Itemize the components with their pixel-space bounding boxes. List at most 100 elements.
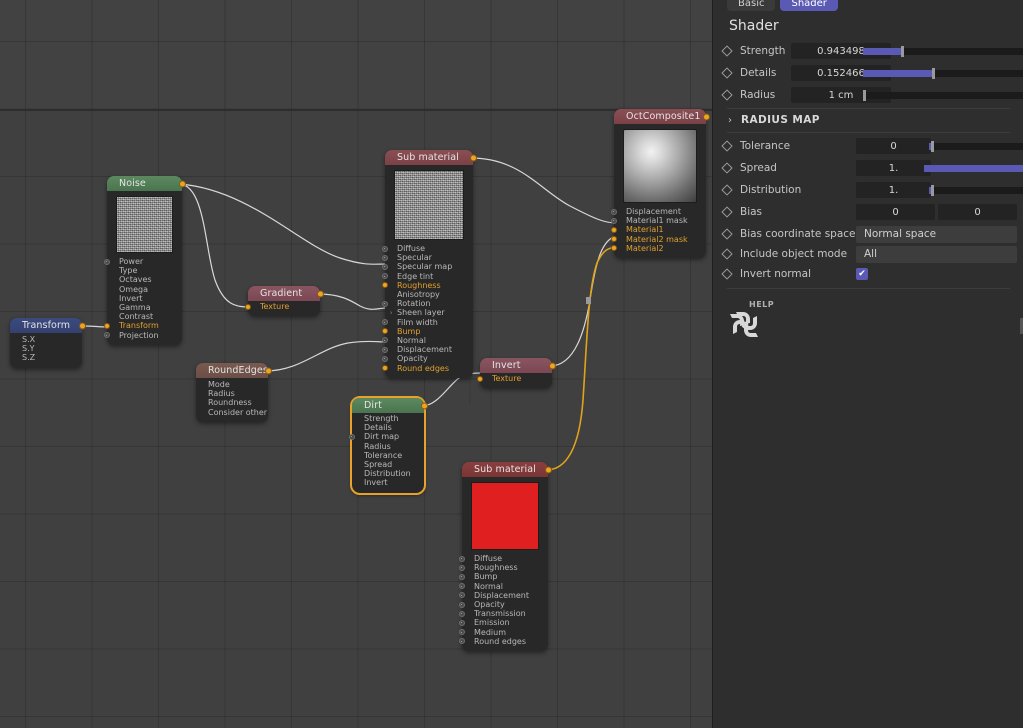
radius-map-group-header[interactable]: › RADIUS MAP: [713, 110, 1023, 130]
port-row[interactable]: Type: [107, 266, 182, 275]
spread-slider[interactable]: [924, 164, 1023, 172]
port-connector-icon[interactable]: [610, 217, 617, 224]
details-slider-knob[interactable]: [932, 67, 936, 79]
port-row[interactable]: Rotation: [381, 299, 473, 308]
port-row[interactable]: Bump: [458, 572, 548, 581]
chevron-right-icon[interactable]: ›: [390, 309, 392, 316]
node-output-port[interactable]: [317, 290, 324, 297]
port-row[interactable]: Displacement: [458, 591, 548, 600]
port-row[interactable]: Diffuse: [458, 554, 548, 563]
port-connector-icon[interactable]: [381, 282, 388, 289]
diamond-icon[interactable]: [721, 45, 733, 57]
port-connector-icon[interactable]: [458, 583, 465, 590]
node-header-noise[interactable]: Noise: [107, 176, 186, 191]
node-output-port[interactable]: [703, 113, 710, 120]
port-row[interactable]: Octaves: [107, 275, 182, 284]
port-connector-icon[interactable]: [458, 638, 465, 645]
port-connector-icon[interactable]: [381, 273, 388, 280]
port-row[interactable]: Film width: [381, 318, 473, 327]
node-header-dirt[interactable]: Dirt: [352, 398, 428, 413]
port-row[interactable]: Opacity: [381, 354, 473, 363]
port-row[interactable]: Normal: [381, 336, 473, 345]
node-header-invert[interactable]: Invert: [480, 358, 556, 373]
port-row[interactable]: Projection: [103, 331, 182, 340]
node-graph-canvas[interactable]: Transform S.X S.Y S.Z Noise Power Type Octaves O…: [0, 0, 712, 728]
port-row[interactable]: Specular: [381, 253, 473, 262]
node-header-gradient[interactable]: Gradient: [248, 286, 324, 301]
distribution-slider[interactable]: [929, 184, 1023, 196]
port-row[interactable]: Transform: [103, 321, 182, 330]
port-row[interactable]: Specular map: [381, 262, 473, 271]
port-row[interactable]: Displacement: [610, 207, 706, 216]
port-connector-icon[interactable]: [381, 328, 388, 335]
port-row[interactable]: Emission: [458, 618, 548, 627]
port-row[interactable]: Texture: [244, 302, 320, 311]
include-object-mode-dropdown[interactable]: All: [856, 245, 1017, 263]
port-row[interactable]: Gamma: [107, 303, 182, 312]
bias-value-field-2[interactable]: 0: [938, 204, 1017, 220]
port-connector-icon[interactable]: [381, 245, 388, 252]
port-connector-icon[interactable]: [458, 564, 465, 571]
port-row[interactable]: Anisotropy: [385, 290, 473, 299]
node-output-port[interactable]: [79, 322, 86, 329]
invert-normal-checkbox[interactable]: ✔: [856, 268, 868, 280]
node-output-port[interactable]: [421, 402, 428, 409]
diamond-icon[interactable]: [721, 206, 733, 218]
port-row[interactable]: Medium: [458, 628, 548, 637]
tolerance-slider[interactable]: [929, 140, 1023, 152]
node-header-octcomposite[interactable]: OctComposite1: [614, 109, 710, 124]
radius-slider-knob[interactable]: [863, 89, 866, 101]
port-row[interactable]: Roughness: [381, 281, 473, 290]
parameter-line[interactable]: Roundness: [208, 398, 268, 407]
parameter-line[interactable]: Mode: [208, 380, 268, 389]
port-row[interactable]: Edge tint: [381, 272, 473, 281]
node-octcomposite[interactable]: OctComposite1 Displacement Material1 mask M…: [610, 109, 710, 258]
port-row[interactable]: Texture: [476, 374, 552, 383]
port-row[interactable]: Bump: [381, 327, 473, 336]
port-connector-icon[interactable]: [103, 332, 110, 339]
strength-slider-knob[interactable]: [901, 45, 905, 57]
port-connector-icon[interactable]: [610, 226, 617, 233]
node-header-submaterial-bottom[interactable]: Sub material: [462, 462, 552, 477]
tolerance-slider-knob[interactable]: [931, 140, 935, 152]
parameter-line[interactable]: S.Y: [22, 344, 82, 353]
port-row[interactable]: Material2 mask: [610, 235, 706, 244]
port-connector-icon[interactable]: [476, 375, 483, 382]
bias-coordinate-space-dropdown[interactable]: Normal space: [856, 225, 1017, 243]
port-row[interactable]: Dirt map: [348, 432, 424, 441]
tab-shader[interactable]: Shader: [780, 0, 838, 11]
port-row[interactable]: Roughness: [458, 563, 548, 572]
port-row[interactable]: Contrast: [107, 312, 182, 321]
node-submaterial-top[interactable]: Sub material Diffuse Specular Specular map E…: [381, 150, 477, 378]
tolerance-value-field[interactable]: 0: [856, 138, 931, 154]
node-transform[interactable]: Transform S.X S.Y S.Z: [10, 318, 86, 368]
radius-slider[interactable]: [863, 89, 1023, 101]
port-connector-icon[interactable]: [381, 337, 388, 344]
parameter-line[interactable]: S.X: [22, 335, 82, 344]
port-connector-icon[interactable]: [458, 573, 465, 580]
node-roundedges[interactable]: RoundEdges Mode Radius Roundness Consider ot…: [196, 363, 272, 422]
port-row[interactable]: Spread: [352, 460, 424, 469]
port-row[interactable]: Normal: [458, 582, 548, 591]
port-row[interactable]: Displacement: [381, 345, 473, 354]
port-connector-icon[interactable]: [458, 555, 465, 562]
port-connector-icon[interactable]: [458, 610, 465, 617]
port-connector-icon[interactable]: [458, 592, 465, 599]
node-submaterial-bottom[interactable]: Sub material Diffuse Roughness Bump Normal Di…: [458, 462, 552, 651]
parameter-line[interactable]: S.Z: [22, 353, 82, 362]
strength-slider[interactable]: [863, 45, 1023, 57]
diamond-icon[interactable]: [721, 184, 733, 196]
port-row[interactable]: Opacity: [458, 600, 548, 609]
port-connector-icon[interactable]: [381, 300, 388, 307]
tab-basic[interactable]: Basic: [727, 0, 776, 11]
node-output-port[interactable]: [265, 367, 272, 374]
diamond-icon[interactable]: [721, 67, 733, 79]
port-row[interactable]: Material1: [610, 225, 706, 234]
port-connector-icon[interactable]: [458, 601, 465, 608]
port-connector-icon[interactable]: [381, 254, 388, 261]
node-output-port[interactable]: [549, 362, 556, 369]
port-connector-icon[interactable]: [610, 208, 617, 215]
parameter-line[interactable]: Consider other: [208, 408, 268, 417]
port-row[interactable]: Round edges: [381, 363, 473, 373]
port-row[interactable]: Details: [352, 423, 424, 432]
